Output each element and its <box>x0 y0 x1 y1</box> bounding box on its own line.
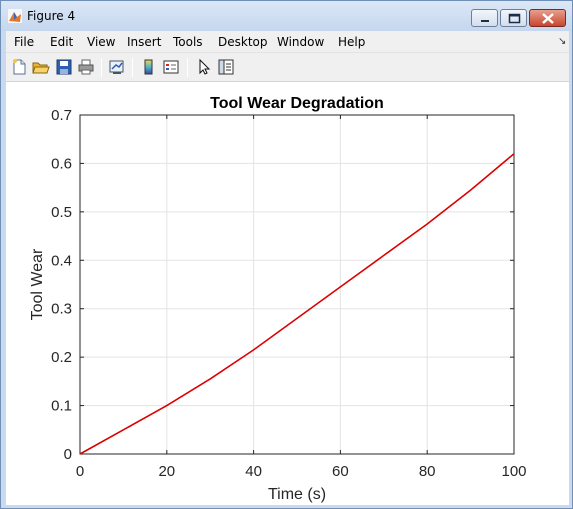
open-file-icon[interactable] <box>32 58 50 76</box>
line-chart: 0 20 40 60 80 100 0 0.1 0.2 0.3 0.4 0.5 0.6 0.7 Tool … <box>29 95 527 503</box>
figure-canvas[interactable]: 0 20 40 60 80 100 0 0.1 0.2 0.3 0.4 0.5 0.6 0.7 Tool … <box>6 82 569 505</box>
y-tick-label: 0.7 <box>51 107 72 124</box>
plot-series <box>79 153 515 455</box>
y-tick-label: 0 <box>64 446 72 463</box>
axes-box <box>79 114 515 455</box>
x-tick-label: 100 <box>501 463 526 480</box>
window-title: Figure 4 <box>27 9 76 23</box>
title-bar[interactable]: Figure 4 <box>1 1 572 31</box>
chevron-icon[interactable]: ↘ <box>558 36 566 47</box>
menu-help[interactable]: Help <box>338 35 365 49</box>
y-tick-label: 0.5 <box>51 204 72 221</box>
close-button[interactable] <box>529 9 566 27</box>
y-tick-label: 0.4 <box>51 252 72 269</box>
property-inspector-icon[interactable] <box>217 58 235 76</box>
menu-file[interactable]: File <box>14 35 34 49</box>
maximize-button[interactable] <box>500 9 527 27</box>
menu-insert[interactable]: Insert <box>127 35 161 49</box>
minimize-button[interactable] <box>471 9 498 27</box>
menu-edit[interactable]: Edit <box>50 35 73 49</box>
chart-title: Tool Wear Degradation <box>210 95 384 112</box>
menu-desktop[interactable]: Desktop <box>218 35 268 49</box>
print-icon[interactable] <box>77 58 95 76</box>
maximize-icon <box>508 13 521 24</box>
menu-view[interactable]: View <box>87 35 115 49</box>
menu-tools[interactable]: Tools <box>173 35 203 49</box>
toolbar-separator <box>132 58 133 77</box>
save-icon[interactable] <box>55 58 73 76</box>
colorbar-icon[interactable] <box>140 58 158 76</box>
y-axis-label: Tool Wear <box>29 248 46 320</box>
pointer-icon[interactable] <box>195 58 213 76</box>
toolbar-separator <box>101 58 102 77</box>
x-tick-label: 20 <box>158 463 175 480</box>
x-tick-label: 80 <box>419 463 436 480</box>
y-tick-label: 0.2 <box>51 349 72 366</box>
figure-window: Figure 4 File Edit View Insert Tools Des… <box>0 0 573 509</box>
x-tick-label: 40 <box>245 463 262 480</box>
toolbar-separator <box>187 58 188 77</box>
grid-lines <box>80 115 514 454</box>
legend-icon[interactable] <box>162 58 180 76</box>
menu-bar: File Edit View Insert Tools Desktop Wind… <box>6 31 569 53</box>
x-tick-label: 0 <box>76 463 84 480</box>
x-tick-label: 60 <box>332 463 349 480</box>
y-tick-label: 0.1 <box>51 398 72 415</box>
minimize-icon <box>481 20 489 22</box>
close-icon <box>542 13 554 24</box>
matlab-icon <box>8 9 22 23</box>
link-plot-icon[interactable] <box>108 58 126 76</box>
x-axis-label: Time (s) <box>268 486 326 503</box>
y-tick-label: 0.6 <box>51 155 72 172</box>
y-tick-label: 0.3 <box>51 301 72 318</box>
data-series-line <box>79 153 515 455</box>
toolbar <box>6 53 569 82</box>
new-figure-icon[interactable] <box>10 58 28 76</box>
menu-window[interactable]: Window <box>277 35 324 49</box>
